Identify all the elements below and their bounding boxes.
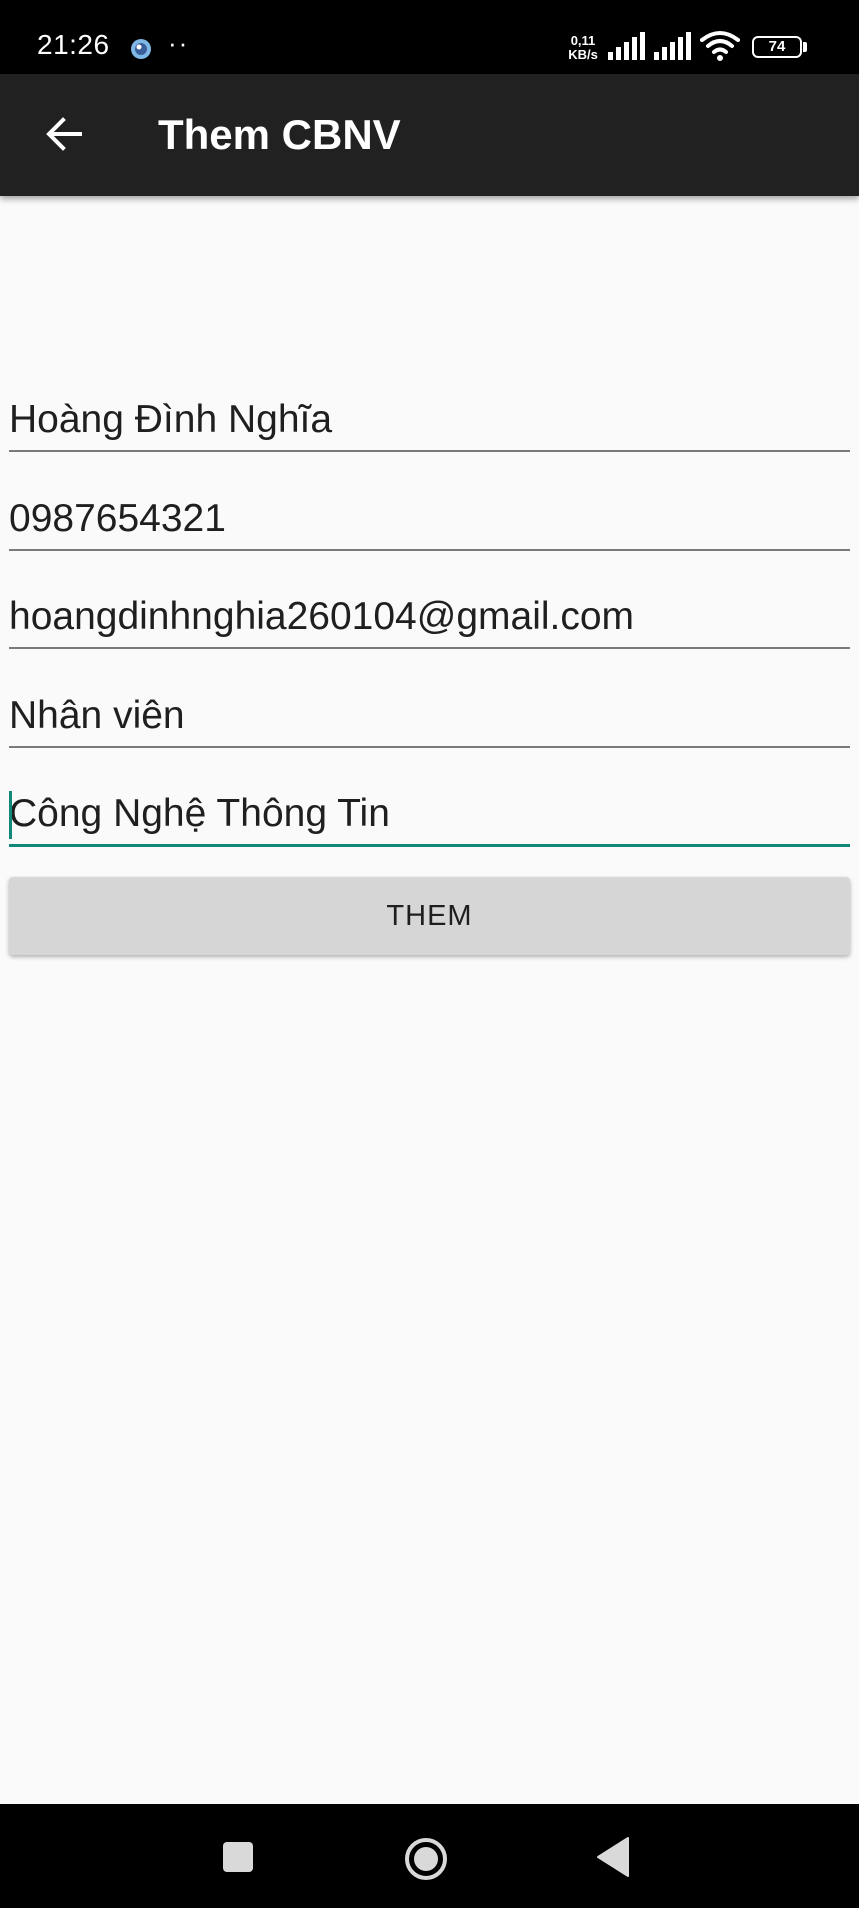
full-name-underline <box>9 450 850 452</box>
position-field <box>9 683 850 783</box>
battery-tip <box>803 42 807 52</box>
page-title: Them CBNV <box>158 111 401 158</box>
phone-field <box>9 486 850 586</box>
add-employee-button[interactable]: THEM <box>9 877 850 955</box>
network-speed: 0,11 KB/s <box>565 34 601 62</box>
arrow-left-icon <box>46 117 82 151</box>
back-button[interactable] <box>26 96 102 172</box>
square-recents-icon[interactable] <box>221 1840 255 1874</box>
department-input[interactable] <box>9 782 850 846</box>
employee-form <box>9 388 850 881</box>
position-input[interactable] <box>9 683 850 748</box>
triangle-back-icon[interactable] <box>596 1836 630 1878</box>
position-underline <box>9 745 850 748</box>
full-name-input[interactable] <box>9 388 850 452</box>
status-dots: ·· <box>168 28 190 58</box>
system-nav-bar <box>0 1804 859 1908</box>
department-underline <box>9 844 850 847</box>
email-input[interactable] <box>9 585 850 649</box>
email-field <box>9 585 850 684</box>
add-employee-button-label: THEM <box>386 899 473 932</box>
full-name-field <box>9 388 850 487</box>
app-notification-icon <box>131 39 151 59</box>
app-bar: Them CBNV <box>0 74 859 196</box>
phone-input[interactable] <box>9 486 850 551</box>
status-time: 21:26 <box>37 29 110 60</box>
email-underline <box>9 647 850 649</box>
department-field <box>9 782 850 881</box>
phone-underline <box>9 548 850 551</box>
text-cursor <box>9 791 12 839</box>
signal-icon <box>654 32 691 60</box>
signal-icon <box>608 32 645 60</box>
circle-home-icon[interactable] <box>403 1836 449 1882</box>
network-speed-value: 0,11 <box>570 33 596 48</box>
wifi-icon <box>700 31 740 61</box>
battery-icon: 74 <box>752 36 802 58</box>
network-speed-unit: KB/s <box>568 47 598 62</box>
battery-level: 74 <box>768 38 786 55</box>
status-bar: 21:26 ·· 0,11 KB/s 74 <box>0 0 859 74</box>
